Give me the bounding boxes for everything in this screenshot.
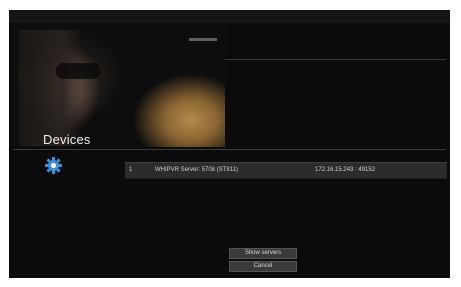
channel-logo-bug xyxy=(189,38,217,41)
cancel-button[interactable]: Cancel xyxy=(229,261,297,272)
live-tv-preview xyxy=(13,24,225,147)
show-servers-button[interactable]: Show servers xyxy=(229,248,297,259)
tv-screen: Devices 1 WHIPVR Server: 5708 (ST811) 17… xyxy=(9,10,450,278)
top-status-strip xyxy=(9,10,450,23)
device-row[interactable]: 1 WHIPVR Server: 5708 (ST811) 172.16.15.… xyxy=(125,162,447,179)
preview-glasses xyxy=(57,64,99,78)
gear-icon xyxy=(45,157,62,174)
device-address: 172.16.15.243 : 49152 xyxy=(315,167,376,173)
device-index: 1 xyxy=(129,167,133,173)
title-divider xyxy=(13,149,446,150)
header-divider xyxy=(225,59,446,60)
page-title: Devices xyxy=(43,132,91,147)
device-name: WHIPVR Server: 5708 (ST811) xyxy=(155,167,238,173)
preview-figure xyxy=(19,30,83,146)
